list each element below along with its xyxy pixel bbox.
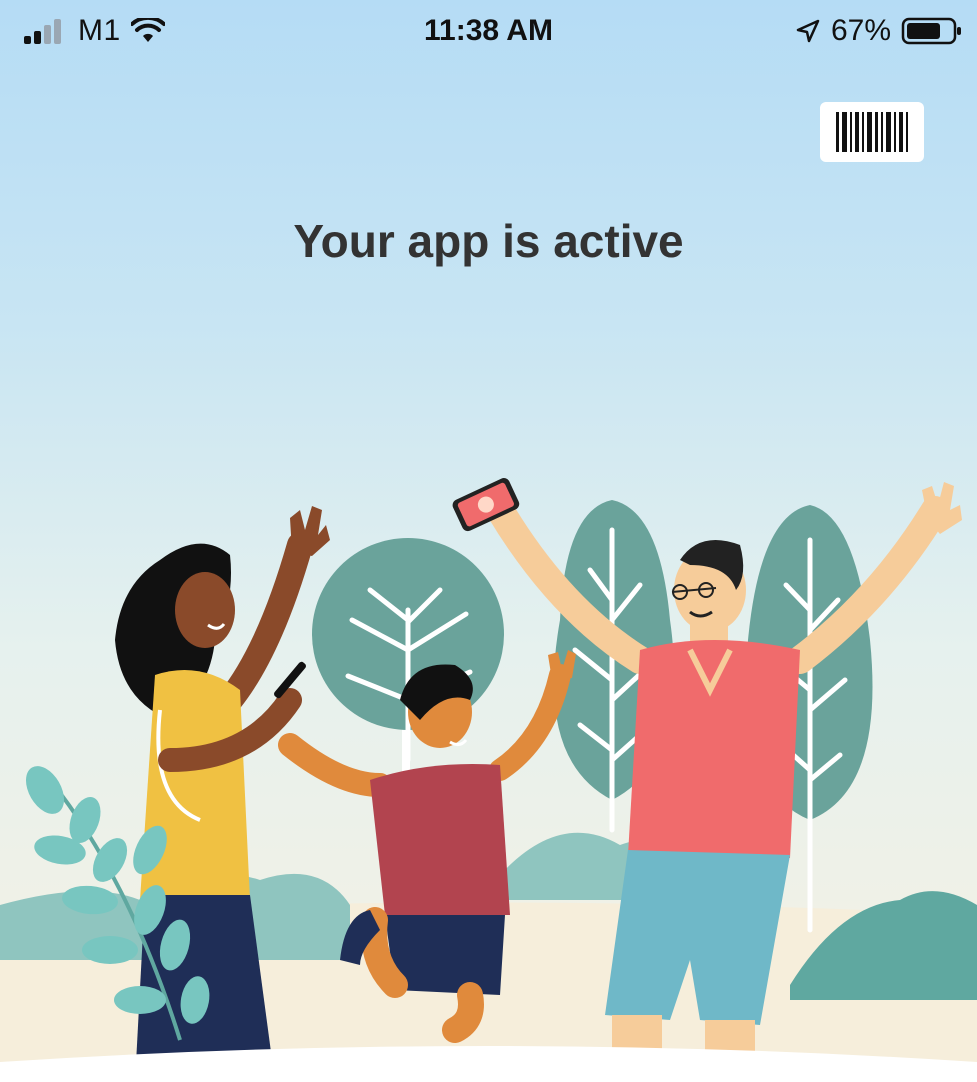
round-tree bbox=[312, 538, 504, 800]
celebrating-family-illustration bbox=[0, 478, 977, 1082]
